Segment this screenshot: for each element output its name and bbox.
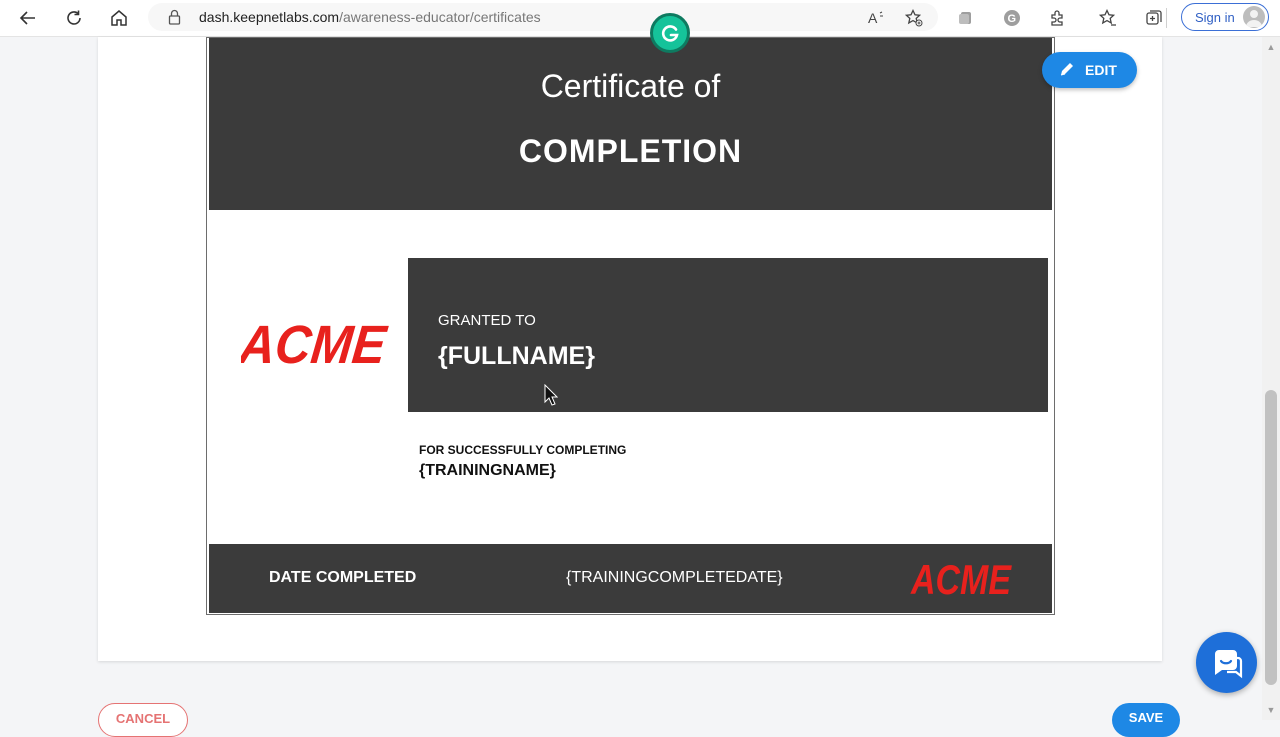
scroll-up-icon[interactable]: ▲: [1265, 42, 1277, 52]
certificate-title-line2: COMPLETION: [518, 133, 743, 169]
granted-to-box: GRANTED TO {FULLNAME}: [408, 258, 1048, 412]
for-completing-label: FOR SUCCESSFULLY COMPLETING: [419, 443, 627, 457]
address-bar[interactable]: dash.keepnetlabs.com/awareness-educator/…: [148, 3, 938, 31]
acme-logo: ACME: [909, 555, 1013, 604]
save-button[interactable]: SAVE: [1112, 703, 1180, 737]
training-name-placeholder: {TRAININGNAME}: [419, 462, 556, 479]
mouse-cursor-icon: [544, 383, 559, 411]
scroll-down-icon[interactable]: ▼: [1265, 705, 1277, 715]
acme-logo-text: ACME: [910, 556, 1012, 599]
edit-label: EDIT: [1085, 62, 1117, 78]
url-host: dash.keepnetlabs.com: [199, 9, 340, 25]
grammarly-icon[interactable]: G: [999, 5, 1025, 31]
chat-icon: [1214, 649, 1242, 678]
grammarly-icon[interactable]: [650, 13, 690, 53]
chat-support-button[interactable]: [1196, 632, 1257, 693]
svg-text:A: A: [868, 10, 878, 26]
certificate-title-line1: Certificate of: [540, 68, 721, 104]
sign-in-button[interactable]: Sign in: [1181, 3, 1269, 31]
url-text[interactable]: dash.keepnetlabs.com/awareness-educator/…: [199, 9, 541, 25]
collections-icon[interactable]: [1141, 5, 1167, 31]
acme-logo: ACME: [235, 313, 391, 375]
acme-logo-text: ACME: [241, 315, 391, 369]
certificate-preview: Certificate of COMPLETION ACME GRANTED T…: [206, 37, 1055, 615]
extensions-icon[interactable]: [953, 5, 979, 31]
home-icon[interactable]: [106, 5, 132, 31]
read-aloud-icon[interactable]: A: [864, 5, 890, 31]
certificate-footer: DATE COMPLETED {TRAININGCOMPLETEDATE} AC…: [209, 544, 1052, 613]
date-completed-label: DATE COMPLETED: [269, 569, 417, 586]
scrollbar-thumb[interactable]: [1265, 390, 1277, 685]
puzzle-icon[interactable]: [1045, 5, 1071, 31]
back-icon[interactable]: [15, 5, 41, 31]
certificate-header: Certificate of COMPLETION: [209, 38, 1052, 210]
browser-toolbar: dash.keepnetlabs.com/awareness-educator/…: [0, 0, 1280, 37]
edit-button[interactable]: EDIT: [1042, 52, 1137, 88]
refresh-icon[interactable]: [61, 5, 87, 31]
lock-icon[interactable]: [168, 9, 181, 30]
pencil-icon: [1059, 61, 1075, 80]
avatar: [1243, 6, 1265, 28]
add-favorite-icon[interactable]: [901, 5, 927, 31]
granted-to-label: GRANTED TO: [438, 312, 536, 329]
toolbar-divider: [1166, 8, 1167, 28]
url-path: /awareness-educator/certificates: [339, 9, 541, 25]
fullname-placeholder: {FULLNAME}: [438, 342, 595, 370]
date-completed-placeholder: {TRAININGCOMPLETEDATE}: [566, 569, 783, 586]
cancel-button[interactable]: CANCEL: [98, 703, 188, 737]
sign-in-label: Sign in: [1195, 9, 1235, 25]
svg-text:G: G: [1008, 13, 1017, 25]
favorites-icon[interactable]: [1095, 5, 1121, 31]
